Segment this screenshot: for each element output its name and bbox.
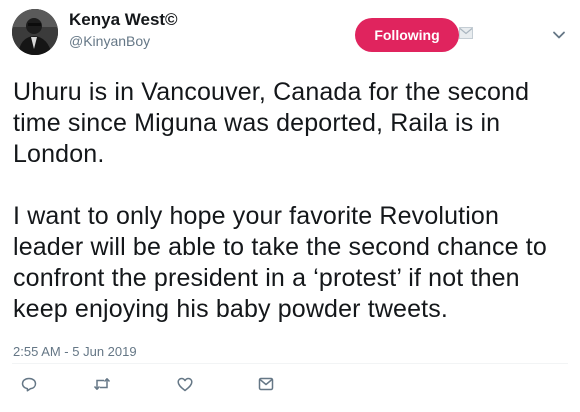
avatar-photo [12,9,58,55]
following-button[interactable]: Following [355,18,459,52]
retweet-icon[interactable] [93,376,111,392]
user-handle[interactable]: @KinyanBoy [69,33,150,49]
display-name[interactable]: Kenya West© [69,10,178,30]
avatar[interactable] [12,9,58,55]
envelope-icon[interactable] [459,26,473,39]
tweet-paragraph: I want to only hope your favorite Revolu… [13,202,547,323]
heart-icon[interactable] [176,376,194,392]
reply-icon[interactable] [20,376,38,392]
direct-message-icon[interactable] [257,376,275,392]
tweet-text: Uhuru is in Vancouver, Canada for the se… [13,77,573,325]
divider [12,363,568,364]
tweet-paragraph: Uhuru is in Vancouver, Canada for the se… [13,78,530,168]
tweet-card: Kenya West© @KinyanBoy Following Uhuru i… [0,0,580,412]
chevron-down-icon[interactable] [552,27,566,39]
tweet-timestamp[interactable]: 2:55 AM - 5 Jun 2019 [13,344,137,359]
